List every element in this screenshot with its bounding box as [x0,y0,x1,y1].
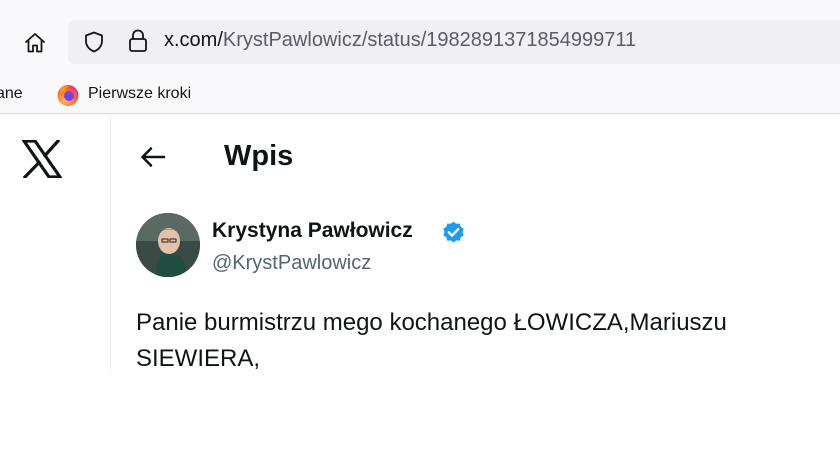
browser-toolbar: x.com/KrystPawlowicz/status/198289137185… [0,0,840,74]
x-logo-icon[interactable] [22,140,62,178]
avatar[interactable] [136,213,200,277]
page-title: Wpis [224,140,294,172]
bookmark-item-pierwsze-kroki[interactable]: Pierwsze kroki [88,85,191,103]
chrome-divider [0,113,840,114]
browser-chrome: x.com/KrystPawlowicz/status/198289137185… [0,0,840,114]
sidebar-divider [110,114,111,372]
shield-icon[interactable] [82,30,106,54]
url-path: KrystPawlowicz/status/198289137185499971… [222,29,637,51]
bookmark-item-truncated[interactable]: ane [0,85,23,103]
post-text-line: SIEWIERA, [136,345,261,372]
verified-badge-icon[interactable] [441,220,466,245]
bookmarks-toolbar: ane Pierwsze kroki [0,78,840,112]
url-text[interactable]: x.com/KrystPawlowicz/status/198289137185… [164,29,636,52]
address-bar[interactable]: x.com/KrystPawlowicz/status/198289137185… [68,20,840,64]
author-handle[interactable]: @KrystPawlowicz [212,252,371,275]
post-text-line: Panie burmistrzu mego kochanego ŁOWICZA,… [136,309,727,336]
avatar-image [136,213,200,277]
firefox-icon [57,85,79,106]
home-button[interactable] [18,26,52,60]
back-arrow-icon[interactable] [138,144,168,170]
post-text: Panie burmistrzu mego kochanego ŁOWICZA,… [136,305,826,377]
url-domain: x.com/ [164,29,223,51]
lock-icon[interactable] [126,28,150,54]
home-icon [25,33,45,53]
author-name[interactable]: Krystyna Pawłowicz [212,219,413,243]
